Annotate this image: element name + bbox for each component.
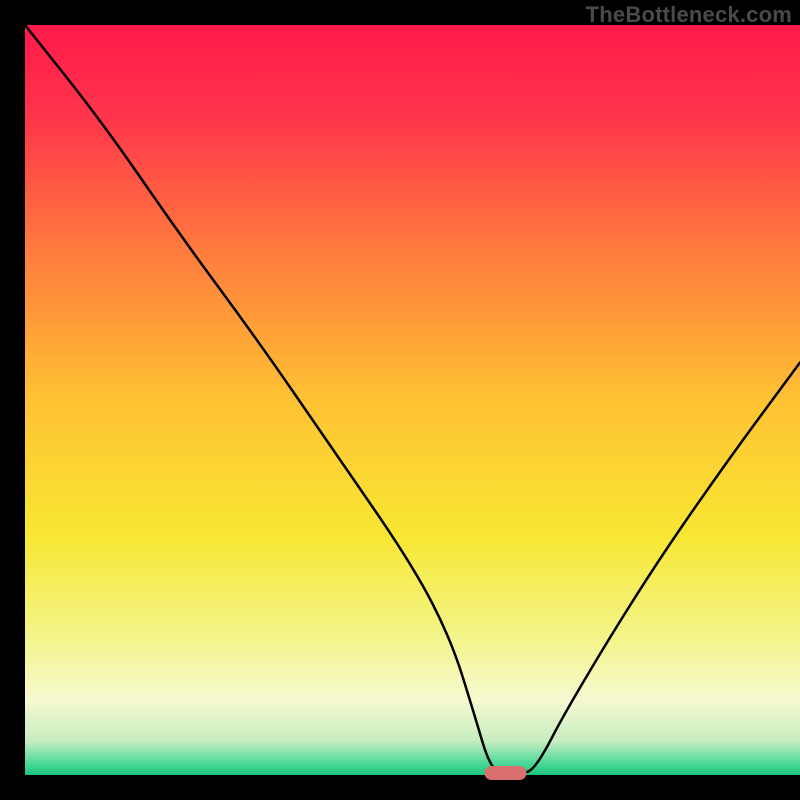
minimum-marker	[485, 766, 527, 780]
chart-frame: TheBottleneck.com	[0, 0, 800, 800]
plot-background	[25, 25, 800, 775]
bottleneck-chart	[0, 0, 800, 800]
watermark-text: TheBottleneck.com	[586, 2, 792, 28]
